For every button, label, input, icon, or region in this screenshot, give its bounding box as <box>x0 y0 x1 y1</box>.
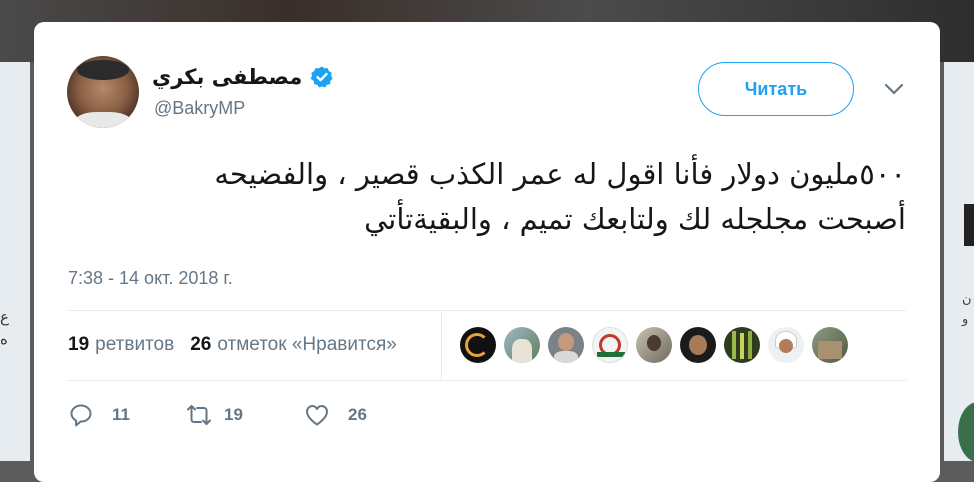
verified-badge-icon <box>310 65 334 89</box>
reply-button[interactable]: 11 <box>68 402 186 428</box>
stats-separator <box>441 310 442 380</box>
liker-avatar[interactable] <box>592 327 628 363</box>
retweet-button[interactable]: 19 <box>186 402 304 428</box>
author-name-row: مصطفى بكري <box>152 62 334 92</box>
divider <box>68 380 906 381</box>
likes-count: 26 <box>190 334 212 355</box>
divider <box>68 310 906 311</box>
author-avatar[interactable] <box>67 56 139 128</box>
author-display-name[interactable]: مصطفى بكري <box>152 65 302 89</box>
follow-button[interactable]: Читать <box>698 62 854 116</box>
chevron-down-icon[interactable] <box>884 82 904 96</box>
liker-avatar[interactable] <box>636 327 672 363</box>
background-text-right: ن و <box>962 292 972 327</box>
like-count: 26 <box>348 405 367 424</box>
tweet-card: مصطفى بكري @BakryMP Читать ٥٠٠مليون دولا… <box>34 22 940 482</box>
likes-stat[interactable]: 26 отметок «Нравится» <box>190 334 397 356</box>
liker-avatar[interactable] <box>548 327 584 363</box>
heart-icon <box>306 405 328 426</box>
tweet-stats: 19 ретвитов 26 отметок «Нравится» <box>68 334 397 356</box>
tweet-actions: 11 19 26 <box>68 402 422 428</box>
liker-avatar[interactable] <box>768 327 804 363</box>
liker-avatar[interactable] <box>724 327 760 363</box>
reply-count: 11 <box>112 405 130 424</box>
liker-avatars <box>460 327 848 363</box>
retweet-count: 19 <box>224 405 243 424</box>
liker-avatar[interactable] <box>812 327 848 363</box>
avatar-shirt <box>75 112 131 128</box>
avatar-hair <box>77 60 129 80</box>
tweet-timestamp[interactable]: 7:38 - 14 окт. 2018 г. <box>68 268 233 289</box>
tweet-text-line-2: أصبحت مجلجله لك ولتابعك تميم ، والبقيةتأ… <box>364 202 906 236</box>
retweets-stat[interactable]: 19 ретвитов <box>68 334 174 356</box>
retweets-count: 19 <box>68 334 90 355</box>
like-button[interactable]: 26 <box>304 402 422 428</box>
liker-avatar[interactable] <box>460 327 496 363</box>
retweet-icon <box>187 405 211 425</box>
background-text-left: ع ه <box>0 308 9 348</box>
background-image-fragment <box>964 204 974 246</box>
reply-icon <box>70 404 92 427</box>
tweet-text-line-1: ٥٠٠مليون دولار فأنا اقول له عمر الكذب قص… <box>214 157 906 191</box>
likes-label: отметок «Нравится» <box>217 334 397 355</box>
retweets-label: ретвитов <box>95 334 175 355</box>
tweet-text: ٥٠٠مليون دولار فأنا اقول له عمر الكذب قص… <box>74 152 906 242</box>
background-page-right <box>944 62 974 461</box>
liker-avatar[interactable] <box>680 327 716 363</box>
liker-avatar[interactable] <box>504 327 540 363</box>
author-handle[interactable]: @BakryMP <box>154 98 245 119</box>
background-page-left <box>0 62 30 461</box>
